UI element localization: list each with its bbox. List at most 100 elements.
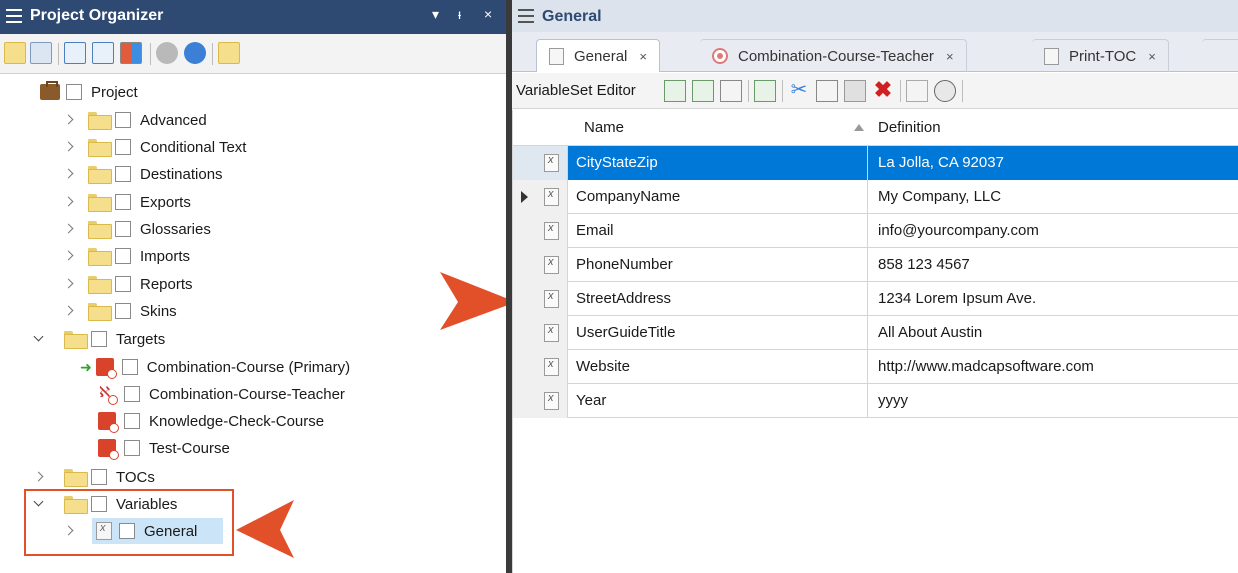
cell-definition[interactable]: La Jolla, CA 92037 <box>868 146 1238 180</box>
new-folder-icon[interactable] <box>218 42 240 64</box>
edit-variable-icon[interactable] <box>720 80 742 102</box>
table-row[interactable]: CompanyName My Company, LLC <box>512 180 1238 214</box>
copy-icon[interactable] <box>816 80 838 102</box>
row-header[interactable] <box>512 282 568 316</box>
cell-name[interactable]: Website <box>568 350 868 384</box>
delete-icon[interactable]: ✖ <box>872 79 894 102</box>
checkbox[interactable] <box>115 248 131 264</box>
tools-icon[interactable] <box>156 42 178 64</box>
sort-ascending-icon[interactable] <box>854 124 864 131</box>
tab-overflow[interactable] <box>1202 39 1238 72</box>
checkbox[interactable] <box>115 221 131 237</box>
table-row[interactable]: UserGuideTitle All About Austin <box>512 316 1238 350</box>
table-row[interactable]: StreetAddress 1234 Lorem Ipsum Ave. <box>512 282 1238 316</box>
cell-name[interactable]: UserGuideTitle <box>568 316 868 350</box>
row-header[interactable] <box>512 214 568 248</box>
cell-name[interactable]: CompanyName <box>568 180 868 214</box>
chevron-right-icon[interactable] <box>62 277 76 291</box>
close-tab-icon[interactable]: × <box>946 49 954 64</box>
pin-icon[interactable]: ᵻ <box>458 6 461 22</box>
tab-print-toc[interactable]: Print-TOC × <box>1032 39 1169 72</box>
row-header[interactable] <box>512 316 568 350</box>
cell-definition[interactable]: 1234 Lorem Ipsum Ave. <box>868 282 1238 316</box>
table-row[interactable]: Website http://www.madcapsoftware.com <box>512 350 1238 384</box>
row-header[interactable] <box>512 384 568 418</box>
cell-definition[interactable]: All About Austin <box>868 316 1238 350</box>
tree-item-advanced[interactable]: Advanced <box>62 107 207 133</box>
import-variables-icon[interactable] <box>754 80 776 102</box>
checkbox[interactable] <box>91 331 107 347</box>
properties-icon[interactable] <box>906 80 928 102</box>
cell-name[interactable]: StreetAddress <box>568 282 868 316</box>
cell-name[interactable]: Email <box>568 214 868 248</box>
checkbox[interactable] <box>115 276 131 292</box>
chevron-right-icon[interactable] <box>62 249 76 263</box>
grid-view-icon[interactable] <box>120 42 142 64</box>
tree-item-project[interactable]: Project <box>40 79 138 105</box>
paste-icon[interactable] <box>844 80 866 102</box>
add-variable-icon[interactable] <box>664 80 686 102</box>
dropdown-icon[interactable]: ▾ <box>432 6 439 23</box>
checkbox[interactable] <box>115 112 131 128</box>
cell-name[interactable]: CityStateZip <box>568 146 868 180</box>
cell-name[interactable]: Year <box>568 384 868 418</box>
tree-item-skins[interactable]: Skins <box>62 298 177 324</box>
close-icon[interactable]: × <box>484 6 492 22</box>
checkbox[interactable] <box>124 386 140 402</box>
checkbox[interactable] <box>91 469 107 485</box>
remove-copy-icon[interactable] <box>92 42 114 64</box>
add-datetime-variable-icon[interactable] <box>692 80 714 102</box>
checkbox[interactable] <box>115 139 131 155</box>
checkbox[interactable] <box>66 84 82 100</box>
add-copy-icon[interactable] <box>64 42 86 64</box>
checkbox[interactable] <box>115 303 131 319</box>
chevron-right-icon[interactable] <box>62 140 76 154</box>
tree-item-exports[interactable]: Exports <box>62 189 191 215</box>
tree-item-target-teacher[interactable]: Combination-Course-Teacher <box>98 381 345 407</box>
tree-item-glossaries[interactable]: Glossaries <box>62 216 211 242</box>
checkbox[interactable] <box>121 359 138 375</box>
menu-icon[interactable] <box>6 9 22 23</box>
checkbox[interactable] <box>124 440 140 456</box>
checkbox[interactable] <box>115 194 131 210</box>
checkbox[interactable] <box>124 413 140 429</box>
tree-item-target-primary[interactable]: ➜ Combination-Course (Primary) <box>80 354 350 380</box>
cell-definition[interactable]: 858 123 4567 <box>868 248 1238 282</box>
chevron-right-icon[interactable] <box>62 304 76 318</box>
row-header[interactable] <box>512 248 568 282</box>
tree-item-reports[interactable]: Reports <box>62 271 193 297</box>
chevron-right-icon[interactable] <box>32 470 46 484</box>
table-row[interactable]: CityStateZip La Jolla, CA 92037 <box>512 146 1238 180</box>
tree-item-destinations[interactable]: Destinations <box>62 161 223 187</box>
column-header-name[interactable]: Name <box>584 119 624 136</box>
cell-definition[interactable]: info@yourcompany.com <box>868 214 1238 248</box>
close-tab-icon[interactable]: × <box>639 49 647 64</box>
column-header-definition[interactable]: Definition <box>878 119 941 136</box>
window-icon[interactable] <box>30 42 52 64</box>
tree-item-target-test-course[interactable]: Test-Course <box>98 435 230 461</box>
row-header[interactable] <box>512 350 568 384</box>
cut-icon[interactable]: ✂ <box>788 80 810 102</box>
tree-item-tocs[interactable]: TOCs <box>32 464 155 490</box>
tree-item-conditional-text[interactable]: Conditional Text <box>62 134 246 160</box>
chevron-right-icon[interactable] <box>62 113 76 127</box>
open-folder-icon[interactable] <box>4 42 26 64</box>
checkbox[interactable] <box>115 166 131 182</box>
chevron-right-icon[interactable] <box>62 195 76 209</box>
table-row[interactable]: Year yyyy <box>512 384 1238 418</box>
tab-general[interactable]: General × <box>536 39 660 72</box>
cell-definition[interactable]: My Company, LLC <box>868 180 1238 214</box>
cell-name[interactable]: PhoneNumber <box>568 248 868 282</box>
row-header[interactable] <box>512 180 568 214</box>
chevron-down-icon[interactable] <box>32 332 46 346</box>
tree-item-targets[interactable]: Targets <box>32 326 165 352</box>
table-row[interactable]: PhoneNumber 858 123 4567 <box>512 248 1238 282</box>
chevron-right-icon[interactable] <box>62 167 76 181</box>
preview-icon[interactable] <box>934 80 956 102</box>
cell-definition[interactable]: http://www.madcapsoftware.com <box>868 350 1238 384</box>
table-row[interactable]: Email info@yourcompany.com <box>512 214 1238 248</box>
sync-icon[interactable] <box>184 42 206 64</box>
close-tab-icon[interactable]: × <box>1148 49 1156 64</box>
tree-item-target-knowledge-check[interactable]: Knowledge-Check-Course <box>98 408 324 434</box>
chevron-right-icon[interactable] <box>62 222 76 236</box>
